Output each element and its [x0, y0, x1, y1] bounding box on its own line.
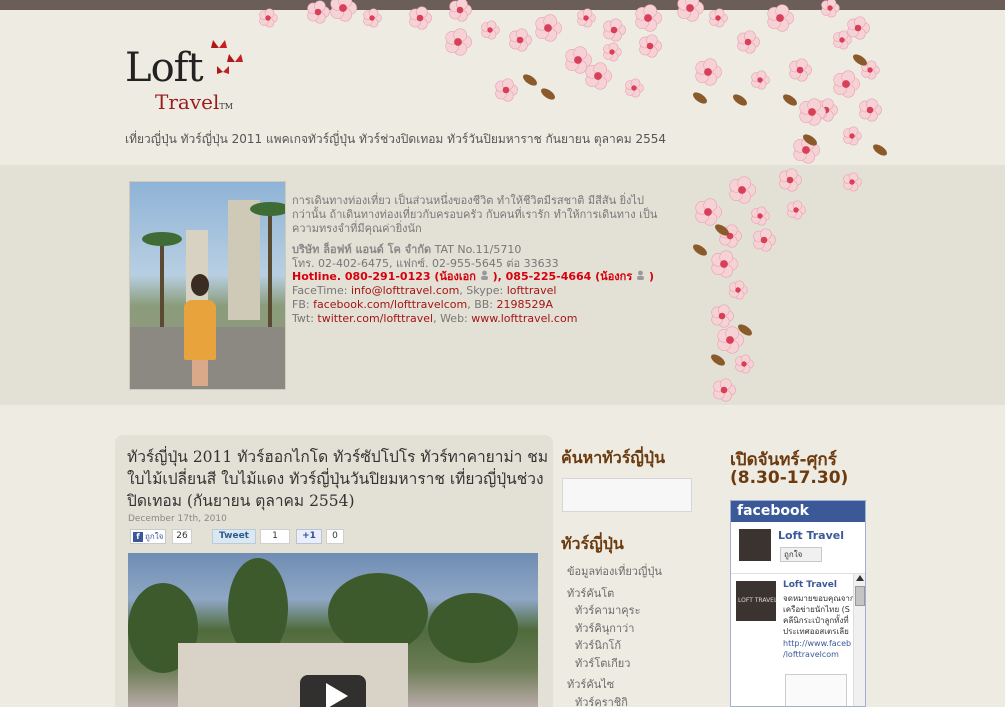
google-plus-button[interactable]: +1: [296, 529, 322, 544]
like-count: 26: [172, 529, 192, 544]
person-icon: [480, 271, 488, 281]
gplus-count: 0: [326, 529, 344, 544]
photo-palm: [160, 242, 164, 332]
facebook-feed-text: จดหมายขอบคุณจาก เครือข่ายนักไทย (S คลีนิ…: [783, 594, 855, 636]
photo-palm-2: [268, 212, 272, 332]
profile-photo: [129, 181, 286, 390]
opening-hours-line2: (8.30-17.30): [730, 468, 849, 488]
phone-line: โทร. 02-402-6475, แฟกซ์. 02-955-5645 ต่อ…: [292, 256, 559, 270]
scroll-up-icon[interactable]: [856, 575, 864, 581]
category-list: ข้อมูลท่องเที่ยวญี่ปุ่น ทัวร์คันโต ทัวร์…: [567, 563, 707, 707]
facebook-page-name[interactable]: Loft Travel: [778, 529, 844, 542]
play-icon: [326, 683, 348, 707]
scrollbar-thumb[interactable]: [855, 586, 865, 606]
facetime-line: FaceTime: info@lofttravel.com, Skype: lo…: [292, 284, 692, 298]
category-item[interactable]: ทัวร์คันไซ: [567, 676, 707, 694]
twt-line: Twt: twitter.com/lofttravel, Web: www.lo…: [292, 312, 692, 326]
facebook-feed-avatar: LOFT TRAVEL: [736, 581, 778, 621]
intro-text: การเดินทางท่องเที่ยว เป็นส่วนหนึ่งของชีว…: [292, 194, 658, 235]
company-name: บริษัท ล็อฟท์ แอนด์ โค จำกัด: [292, 243, 432, 256]
photo-palm-leaf-2: [250, 202, 285, 216]
skype-link[interactable]: lofttravel: [507, 284, 557, 297]
facebook-page-avatar[interactable]: [739, 529, 771, 561]
category-subitem[interactable]: ทัวร์โตเกียว: [567, 655, 707, 673]
facebook-page-like-button[interactable]: ถูกใจ: [780, 547, 822, 562]
category-item[interactable]: ข้อมูลท่องเที่ยวญี่ปุ่น: [567, 563, 707, 581]
fb-line: FB: facebook.com/lofttravelcom, BB: 2198…: [292, 298, 692, 312]
video-tree: [328, 573, 428, 653]
video-castle: [178, 643, 408, 707]
facetime-label: FaceTime:: [292, 284, 351, 298]
twitter-link[interactable]: twitter.com/lofttravel: [317, 312, 433, 325]
bb-label: , BB:: [467, 297, 497, 311]
tweet-button[interactable]: Tweet: [212, 529, 256, 544]
search-input[interactable]: [562, 478, 692, 512]
facebook-link[interactable]: facebook.com/lofttravelcom: [313, 298, 467, 311]
post-date: December 17th, 2010: [128, 514, 227, 524]
web-label: , Web:: [433, 311, 472, 325]
facebook-feed-card: [785, 674, 847, 706]
video-tree: [428, 593, 518, 663]
category-subitem[interactable]: ทัวร์นิกโก้: [567, 637, 707, 655]
logo-tm: TM: [219, 102, 233, 111]
hotline-label: Hotline. 080-291-0123 (น้องเอก: [292, 270, 476, 284]
photo-tower: [228, 200, 260, 320]
facebook-feed-scrollbar[interactable]: [853, 574, 865, 706]
photo-palm-leaf: [142, 232, 182, 246]
hotline: Hotline. 080-291-0123 (น้องเอก ), 085-22…: [292, 270, 692, 284]
butterfly-icon: [211, 40, 243, 74]
facebook-icon: f: [133, 531, 143, 542]
video-player[interactable]: [128, 553, 538, 707]
photo-person-legs: [192, 360, 208, 386]
tat-number: TAT No.11/5710: [434, 243, 522, 256]
site-tagline: เที่ยวญี่ปุ่น ทัวร์ญี่ปุ่น 2011 แพคเกจทั…: [125, 132, 667, 146]
skype-label: , Skype:: [459, 284, 507, 298]
photo-person-head: [191, 274, 209, 296]
site-logo[interactable]: Loft TravelTM: [125, 40, 243, 114]
post-title[interactable]: ทัวร์ญี่ปุ่น 2011 ทัวร์ฮอกไกโด ทัวร์ซัปโ…: [127, 446, 552, 512]
facetime-link[interactable]: info@lofttravel.com: [351, 284, 459, 297]
photo-person: [178, 266, 220, 386]
facebook-like-box: facebook Loft Travel ถูกใจ LOFT TRAVEL L…: [730, 500, 866, 707]
tweet-count: 1: [260, 529, 290, 544]
facebook-feed: LOFT TRAVEL Loft Travel จดหมายขอบคุณจาก …: [731, 573, 865, 706]
hotline-mid: ), 085-225-4664 (น้องกร: [492, 270, 633, 284]
facebook-feed-link[interactable]: http://www.faceb /lofttravelcom: [783, 638, 855, 660]
facebook-header: facebook: [731, 501, 865, 522]
fb-label: FB:: [292, 297, 314, 311]
category-item[interactable]: ทัวร์คันโต: [567, 585, 707, 603]
logo-loft-text: Loft: [125, 45, 204, 91]
search-section-title: ค้นหาทัวร์ญี่ปุ่น: [561, 448, 666, 467]
twt-label: Twt:: [292, 311, 318, 325]
bb-link[interactable]: 2198529A: [497, 298, 554, 311]
company-line: บริษัท ล็อฟท์ แอนด์ โค จำกัด TAT No.11/5…: [292, 243, 692, 257]
logo-travel-word: Travel: [155, 90, 220, 114]
person-icon: [637, 271, 645, 281]
website-link[interactable]: www.lofttravel.com: [471, 312, 577, 325]
categories-section-title: ทัวร์ญี่ปุ่น: [561, 534, 624, 553]
feed-avatar-text: LOFT TRAVEL: [738, 597, 778, 604]
category-subitem[interactable]: ทัวร์คามาคุระ: [567, 602, 707, 620]
category-subitem[interactable]: ทัวร์คินุกาว่า: [567, 620, 707, 638]
photo-person-dress: [184, 300, 216, 360]
facebook-feed-author[interactable]: Loft Travel: [783, 580, 837, 590]
top-bar: [0, 0, 1005, 10]
contact-info: บริษัท ล็อฟท์ แอนด์ โค จำกัด TAT No.11/5…: [292, 243, 692, 325]
logo-travel-text: TravelTM: [155, 90, 233, 114]
hotline-end: ): [648, 270, 654, 284]
like-label: ถูกใจ: [145, 532, 164, 541]
facebook-like-button[interactable]: f ถูกใจ: [130, 529, 166, 544]
category-subitem[interactable]: ทัวร์คุราชิกิ: [567, 694, 707, 707]
